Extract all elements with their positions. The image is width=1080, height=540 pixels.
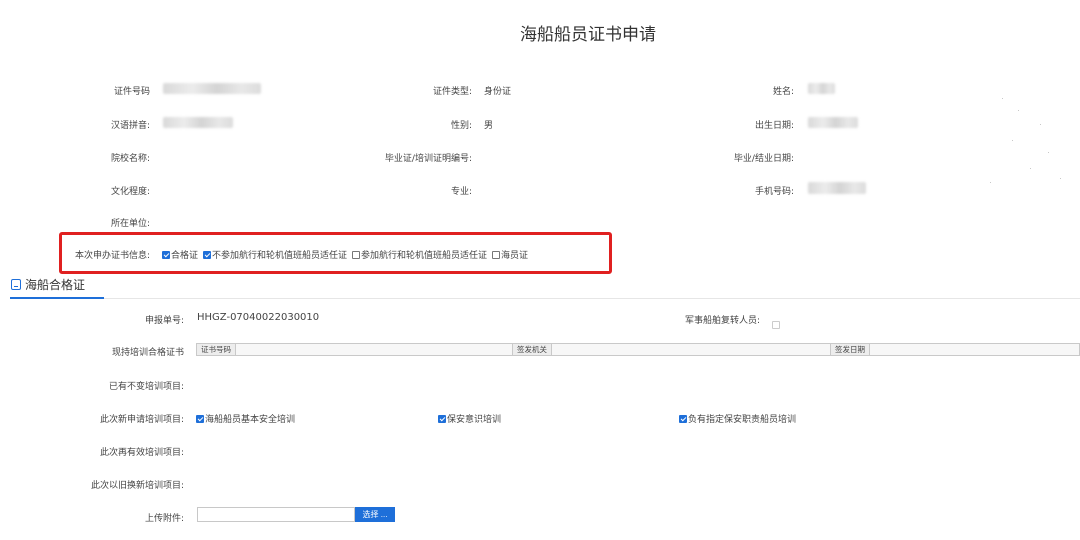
checkbox-checked-icon[interactable] xyxy=(162,251,170,259)
background-speck xyxy=(1018,110,1019,111)
education-label: 文化程度: xyxy=(110,187,150,197)
new-item-designated-security[interactable]: 负有指定保安职责船员培训 xyxy=(679,412,796,425)
checkbox-unchecked-icon[interactable] xyxy=(492,251,501,259)
school-label: 院校名称: xyxy=(110,154,150,164)
gender-label: 性别: xyxy=(450,121,472,131)
phone-value-redacted xyxy=(808,182,866,194)
table-cell xyxy=(552,344,831,355)
new-item-security-awareness[interactable]: 保安意识培训 xyxy=(438,412,501,425)
birth-date-label: 出生日期: xyxy=(754,121,794,131)
military-label: 军事船舶复转人员: xyxy=(684,316,760,326)
id-number-value-redacted xyxy=(163,83,261,94)
checkbox-checked-icon[interactable] xyxy=(196,415,204,423)
checkbox-unchecked-icon[interactable] xyxy=(352,251,361,259)
upload-label: 上传附件: xyxy=(144,514,184,524)
cert-option-non-watch[interactable]: 不参加航行和轮机值班船员适任证 xyxy=(203,248,347,261)
phone-label: 手机号码: xyxy=(754,187,794,197)
document-icon xyxy=(11,279,21,290)
cert-info-options: 合格证 不参加航行和轮机值班船员适任证 参加航行和轮机值班船员适任证 海员证 xyxy=(162,248,528,261)
page-title: 海船船员证书申请 xyxy=(520,25,656,45)
background-speck xyxy=(1030,168,1031,169)
background-speck xyxy=(1002,98,1003,99)
checkbox-checked-icon[interactable] xyxy=(203,251,212,259)
pinyin-value-redacted xyxy=(163,117,233,128)
pinyin-label: 汉语拼音: xyxy=(110,121,150,131)
section-divider xyxy=(10,298,1080,299)
table-header-issuer: 签发机关 xyxy=(513,344,552,355)
background-speck xyxy=(1012,140,1013,141)
grad-cert-label: 毕业证/培训证明编号: xyxy=(384,154,472,164)
cert-info-label: 本次申办证书信息: xyxy=(74,251,150,261)
table-header-issue-date: 签发日期 xyxy=(831,344,870,355)
cert-option-watch[interactable]: 参加航行和轮机值班船员适任证 xyxy=(352,248,487,261)
gender-value: 男 xyxy=(484,121,494,131)
birth-date-value-redacted xyxy=(808,117,858,128)
section-tab-seaman-cert[interactable]: 海船合格证 xyxy=(11,276,85,293)
id-number-label: 证件号码 xyxy=(113,87,150,97)
choose-file-button[interactable]: 选择 ... xyxy=(355,507,395,522)
background-speck xyxy=(990,182,991,183)
active-tab-underline xyxy=(10,297,104,299)
background-speck xyxy=(1040,124,1041,125)
upload-file-input[interactable] xyxy=(197,507,355,522)
new-item-basic-safety[interactable]: 海船船员基本安全培训 xyxy=(196,412,295,425)
name-value-redacted xyxy=(808,83,835,94)
revalidate-items-label: 此次再有效培训项目: xyxy=(99,448,184,458)
table-cell xyxy=(870,344,1079,355)
cert-option-qualification[interactable]: 合格证 xyxy=(162,248,198,261)
checkbox-checked-icon[interactable] xyxy=(679,415,687,423)
new-items-label: 此次新申请培训项目: xyxy=(99,415,184,425)
table-header-cert-no: 证书号码 xyxy=(197,344,236,355)
checkbox-unchecked-icon[interactable] xyxy=(772,321,780,329)
background-speck xyxy=(1060,178,1061,179)
checkbox-checked-icon[interactable] xyxy=(438,415,446,423)
current-cert-label: 现持培训合格证书 xyxy=(111,348,184,358)
table-cell xyxy=(236,344,513,355)
renew-items-label: 此次以旧换新培训项目: xyxy=(90,481,184,491)
employer-label: 所在单位: xyxy=(110,219,150,229)
current-cert-table: 证书号码 签发机关 签发日期 xyxy=(196,343,1080,356)
report-no-value: HHGZ-07040022030010 xyxy=(197,312,320,323)
military-checkbox[interactable] xyxy=(772,313,781,332)
background-speck xyxy=(1048,152,1049,153)
major-label: 专业: xyxy=(450,187,472,197)
grad-date-label: 毕业/结业日期: xyxy=(733,154,794,164)
id-type-label: 证件类型: xyxy=(432,87,472,97)
id-type-value: 身份证 xyxy=(484,87,512,97)
report-no-label: 申报单号: xyxy=(144,316,184,326)
existing-items-label: 已有不变培训项目: xyxy=(108,382,184,392)
cert-option-seafarer-book[interactable]: 海员证 xyxy=(492,248,528,261)
name-label: 姓名: xyxy=(772,87,794,97)
